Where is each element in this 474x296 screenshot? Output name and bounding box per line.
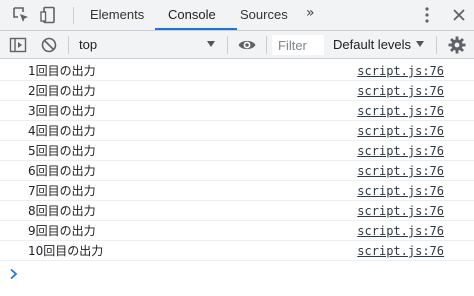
source-link[interactable]: script.js:76 [357,63,444,79]
source-link[interactable]: script.js:76 [357,163,444,179]
eye-icon[interactable] [237,36,257,54]
message-text: 10回目の出力 [28,244,104,258]
console-message: 7回目の出力 script.js:76 [0,181,474,201]
filter-box [272,35,326,56]
message-text: 7回目の出力 [28,184,96,198]
console-toolbar: top Default levels [0,31,474,59]
clear-console-icon[interactable] [40,36,58,54]
dropdown-arrow-icon[interactable] [416,41,424,47]
console-message: 4回目の出力 script.js:76 [0,121,474,141]
message-text: 4回目の出力 [28,124,96,138]
log-levels-dropdown[interactable]: Default levels [333,31,411,58]
console-message: 8回目の出力 script.js:76 [0,201,474,221]
source-link[interactable]: script.js:76 [357,123,444,139]
devtools-tab-bar: Elements Console Sources » [0,0,474,31]
source-link[interactable]: script.js:76 [357,203,444,219]
console-message: 10回目の出力 script.js:76 [0,241,474,261]
close-icon[interactable] [450,6,468,24]
console-prompt[interactable] [0,263,474,285]
active-tab-indicator [155,28,237,30]
console-message: 6回目の出力 script.js:76 [0,161,474,181]
toolbar-separator [68,36,69,54]
message-text: 2回目の出力 [28,84,96,98]
console-message: 2回目の出力 script.js:76 [0,81,474,101]
context-selector[interactable]: top [79,31,97,58]
toolbar-separator [266,36,267,54]
message-text: 9回目の出力 [28,224,96,238]
toolbar-separator [227,36,228,54]
source-link[interactable]: script.js:76 [357,223,444,239]
source-link[interactable]: script.js:76 [357,243,444,259]
message-text: 1回目の出力 [28,64,96,78]
more-tabs-icon[interactable]: » [306,5,315,21]
device-toolbar-icon[interactable] [40,6,58,24]
message-text: 3回目の出力 [28,104,96,118]
tab-elements[interactable]: Elements [90,0,144,30]
console-message: 5回目の出力 script.js:76 [0,141,474,161]
message-text: 8回目の出力 [28,204,96,218]
source-link[interactable]: script.js:76 [357,143,444,159]
inspect-element-icon[interactable] [12,6,30,24]
tab-separator [73,7,74,24]
gear-icon[interactable] [448,36,466,54]
message-text: 5回目の出力 [28,144,96,158]
console-message: 3回目の出力 script.js:76 [0,101,474,121]
tab-sources[interactable]: Sources [240,0,288,30]
toolbar-separator [436,36,437,54]
tab-console[interactable]: Console [168,0,216,30]
sidebar-toggle-icon[interactable] [9,36,27,54]
console-output: 1回目の出力 script.js:76 2回目の出力 script.js:76 … [0,59,474,296]
source-link[interactable]: script.js:76 [357,183,444,199]
dropdown-arrow-icon[interactable] [207,41,215,47]
source-link[interactable]: script.js:76 [357,83,444,99]
message-text: 6回目の出力 [28,164,96,178]
prompt-chevron-icon [10,268,18,280]
console-message: 9回目の出力 script.js:76 [0,221,474,241]
kebab-menu-icon[interactable] [420,6,434,24]
source-link[interactable]: script.js:76 [357,103,444,119]
console-message: 1回目の出力 script.js:76 [0,61,474,81]
filter-input[interactable] [272,35,326,56]
